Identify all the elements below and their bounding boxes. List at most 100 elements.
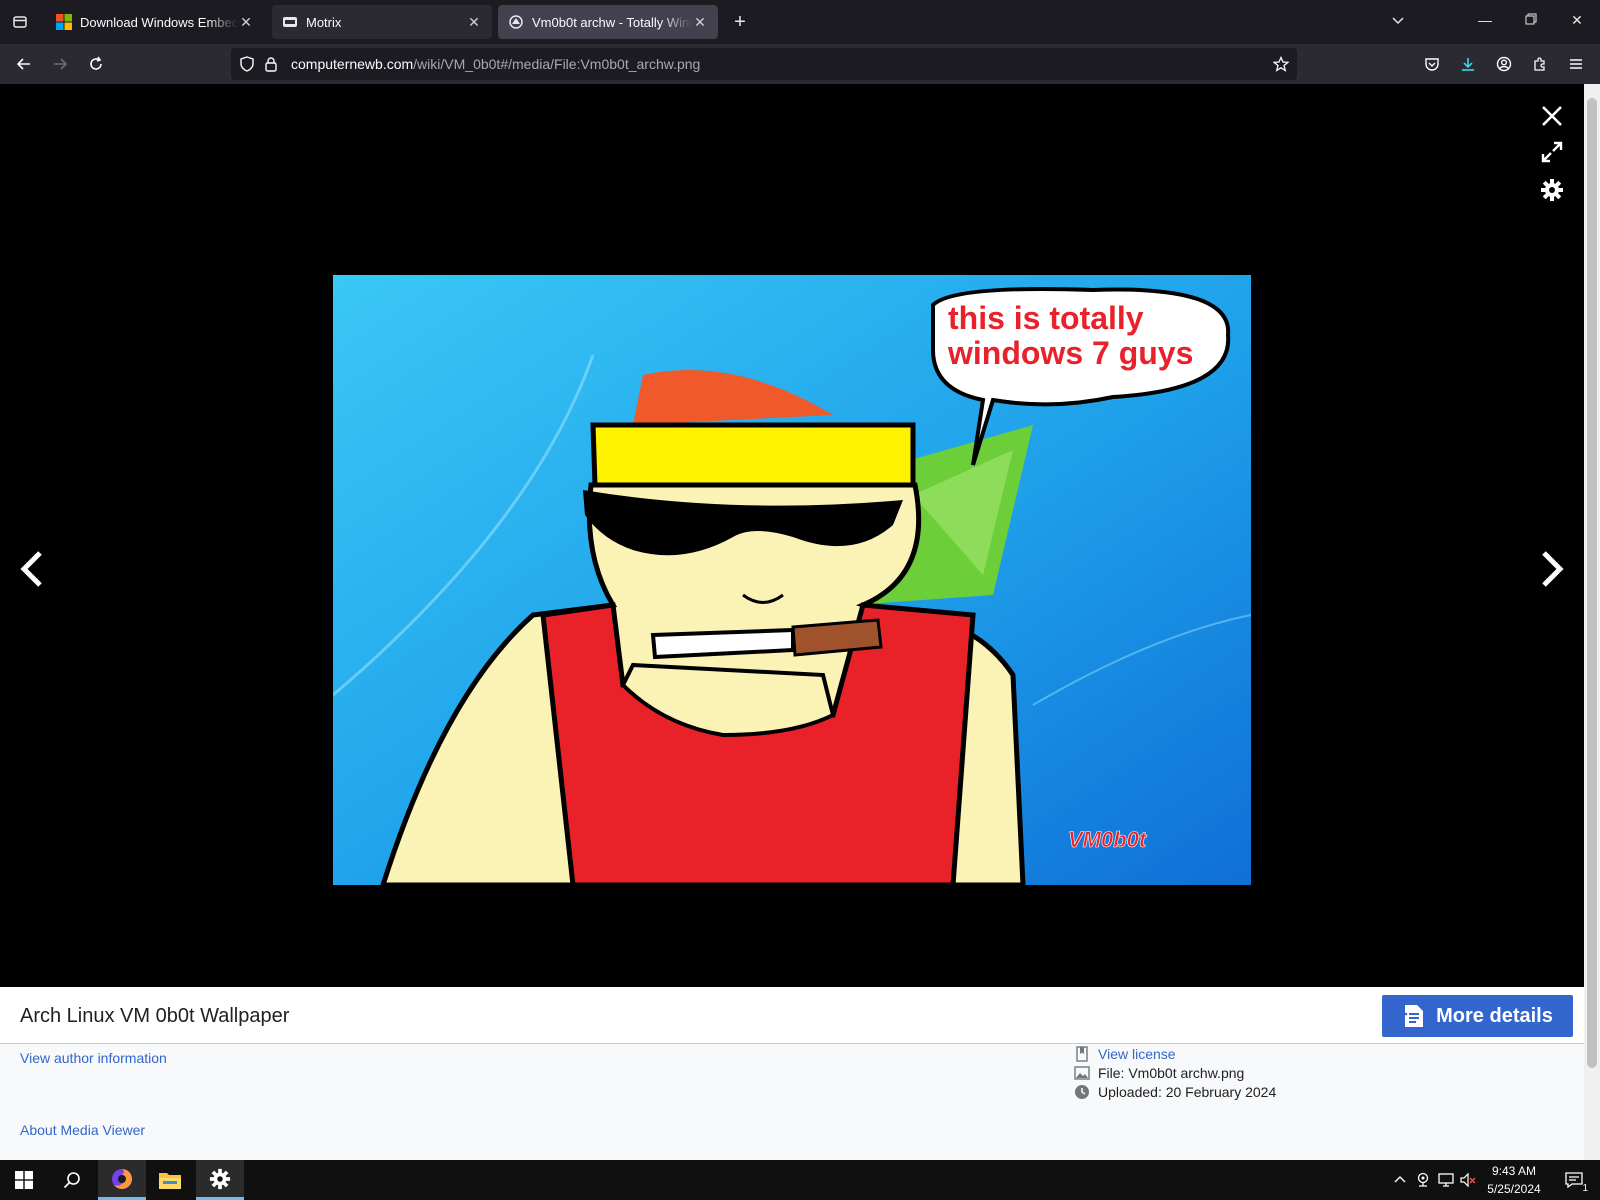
firefox-view-button[interactable] [0,0,40,44]
close-window-button[interactable]: ✕ [1567,12,1587,29]
pocket-icon [1425,58,1439,71]
more-details-button[interactable]: More details [1382,995,1573,1037]
notification-icon [1565,1172,1583,1189]
bookmark-star-icon[interactable] [1269,52,1293,76]
license-row: View license [1074,1046,1176,1062]
more-details-label: More details [1436,1004,1553,1027]
forward-button[interactable] [48,52,72,76]
extensions-button[interactable] [1528,52,1552,76]
speech-bubble-line1: this is totally [948,300,1144,336]
arrow-left-icon [16,58,30,70]
close-tab-icon[interactable]: ✕ [238,14,254,31]
taskbar-firefox[interactable] [98,1160,146,1200]
start-button[interactable] [0,1160,48,1200]
tab-download-windows[interactable]: Download Windows Embedded Standard 7 ✕ [46,5,264,39]
account-button[interactable] [1492,52,1516,76]
file-name: File: Vm0b0t archw.png [1098,1065,1245,1081]
speech-bubble-line2: windows 7 guys [947,335,1193,371]
arrow-right-icon [54,58,68,70]
pocket-button[interactable] [1420,52,1444,76]
tracking-protection-icon[interactable] [235,52,259,76]
chevron-up-icon [1394,1176,1406,1183]
taskbar-file-explorer[interactable] [146,1160,194,1200]
back-button[interactable] [12,52,36,76]
tray-network[interactable] [1436,1170,1456,1190]
about-media-viewer-link[interactable]: About Media Viewer [20,1122,145,1138]
clock-icon [1075,1085,1089,1099]
taskbar-settings[interactable] [196,1160,244,1200]
viewer-settings-button[interactable] [1538,176,1566,204]
firefox-view-icon [13,16,27,28]
firefox-icon [112,1168,132,1189]
taskbar-clock[interactable]: 9:43 AM 5/25/2024 [1478,1162,1550,1198]
windows-taskbar: 9:43 AM 5/25/2024 1 [0,1160,1600,1200]
windows-logo-icon [15,1171,33,1189]
upload-date: Uploaded: 20 February 2024 [1098,1084,1277,1100]
tray-meet-now[interactable] [1413,1170,1433,1190]
gear-icon [209,1168,231,1189]
restore-icon [1525,13,1537,25]
fullscreen-button[interactable] [1538,138,1566,166]
action-center-button[interactable]: 1 [1560,1170,1588,1194]
expand-icon [1541,141,1563,163]
tab-strip: Download Windows Embedded Standard 7 ✕ M… [0,0,1600,44]
license-icon [1076,1046,1088,1062]
list-all-tabs-button[interactable] [1390,12,1406,33]
reload-button[interactable] [84,52,108,76]
url-text[interactable]: computernewb.com/wiki/VM_0b0t#/media/Fil… [291,56,700,72]
folder-icon [159,1173,181,1189]
network-icon [1438,1173,1454,1187]
volume-muted-icon [1460,1172,1476,1188]
wallpaper-image: this is totally windows 7 guys VM0b0t [333,275,1251,885]
next-image-button[interactable] [1534,546,1570,592]
previous-image-button[interactable] [14,546,50,592]
tab-title: Vm0b0t archw - Totally Windows 7 [532,14,692,30]
downloads-button[interactable] [1456,52,1480,76]
search-button[interactable] [48,1160,96,1200]
new-tab-button[interactable]: + [728,10,752,34]
close-viewer-button[interactable] [1538,102,1566,130]
chevron-left-icon [20,551,42,587]
close-tab-icon[interactable]: ✕ [466,14,482,31]
download-icon [1462,58,1474,71]
notification-count: 1 [1582,1183,1588,1194]
reload-icon [90,56,102,70]
tray-volume[interactable] [1458,1170,1478,1190]
navigation-toolbar: computernewb.com/wiki/VM_0b0t#/media/Fil… [0,44,1600,84]
restore-button[interactable] [1521,12,1541,28]
media-viewer: this is totally windows 7 guys VM0b0t [0,84,1584,987]
document-icon [1404,1005,1424,1027]
scrollbar-thumb[interactable] [1587,98,1597,1068]
page-scrollbar[interactable] [1584,84,1600,1160]
lock-icon[interactable] [259,52,283,76]
close-tab-icon[interactable]: ✕ [692,14,708,31]
chevron-down-icon [1392,17,1404,25]
image-icon [1074,1066,1090,1080]
image-title: Arch Linux VM 0b0t Wallpaper [20,1005,290,1027]
url-host: computernewb.com [291,56,414,72]
app-menu-button[interactable] [1564,52,1588,76]
hamburger-menu-icon [1570,59,1582,69]
computernewb-icon [509,15,523,29]
tab-motrix[interactable]: Motrix ✕ [272,5,492,39]
media-metadata-panel: Arch Linux VM 0b0t Wallpaper More detail… [0,987,1584,1160]
tab-title: Motrix [306,14,342,30]
minimize-button[interactable]: — [1475,12,1495,28]
webcam-icon [1417,1172,1429,1187]
signature-text: VM0b0t [1068,827,1148,852]
file-row: File: Vm0b0t archw.png [1074,1065,1244,1081]
clock-time: 9:43 AM [1491,1164,1537,1178]
clock-date: 5/25/2024 [1487,1182,1541,1196]
motrix-icon [283,17,297,27]
microsoft-icon [56,14,72,30]
view-author-link[interactable]: View author information [20,1050,167,1066]
close-icon [1542,106,1562,126]
puzzle-icon [1534,57,1545,71]
show-hidden-icons-button[interactable] [1390,1170,1410,1190]
gear-icon [1541,179,1563,201]
search-icon [63,1172,80,1189]
view-license-link[interactable]: View license [1098,1046,1176,1062]
metadata-header: Arch Linux VM 0b0t Wallpaper More detail… [0,987,1584,1044]
tab-vm0b0t[interactable]: Vm0b0t archw - Totally Windows 7 ✕ [498,5,718,39]
address-bar[interactable]: computernewb.com/wiki/VM_0b0t#/media/Fil… [231,48,1297,80]
